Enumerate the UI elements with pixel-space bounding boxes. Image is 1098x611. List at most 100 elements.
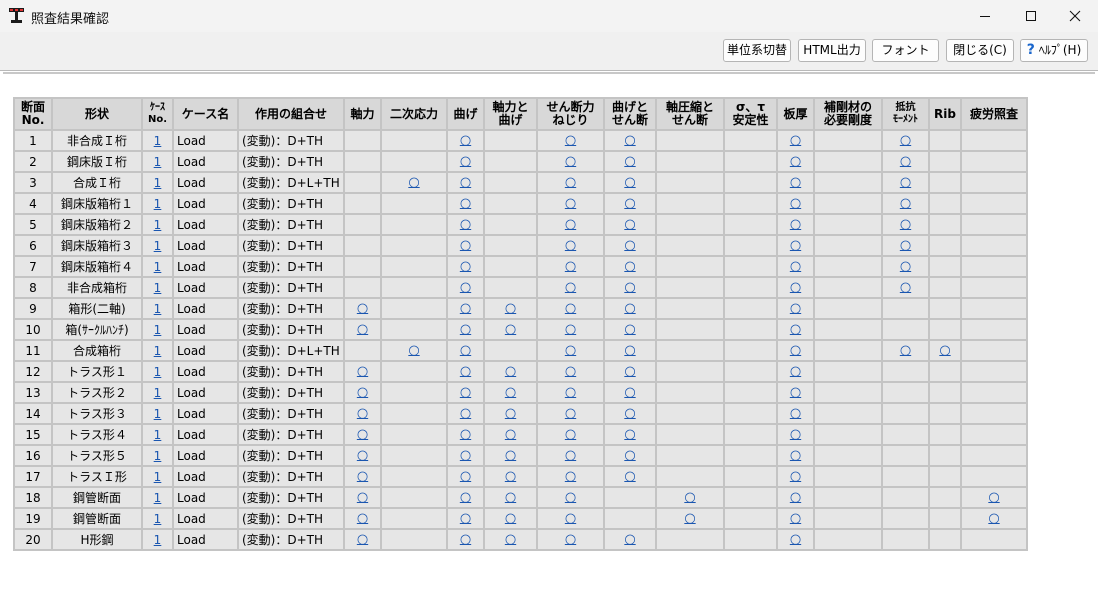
check-cell-axial-and-bending-link[interactable]: ○ <box>505 469 516 484</box>
check-cell-bending-link[interactable]: ○ <box>460 217 471 232</box>
check-cell-plate-thickness[interactable]: ○ <box>778 215 813 234</box>
check-cell-axial-force[interactable]: ○ <box>345 320 380 339</box>
check-cell-shear-and-torsion[interactable]: ○ <box>538 341 603 360</box>
case-no-cell-link[interactable]: 1 <box>154 407 162 421</box>
check-cell-bending-and-shear-link[interactable]: ○ <box>624 532 635 547</box>
check-cell-plate-thickness-link[interactable]: ○ <box>790 469 801 484</box>
check-cell-plate-thickness-link[interactable]: ○ <box>790 364 801 379</box>
case-no-cell-link[interactable]: 1 <box>154 197 162 211</box>
check-cell-axial-force[interactable]: ○ <box>345 404 380 423</box>
case-no-cell-link[interactable]: 1 <box>154 302 162 316</box>
check-cell-plate-thickness[interactable]: ○ <box>778 173 813 192</box>
check-cell-shear-and-torsion[interactable]: ○ <box>538 383 603 402</box>
check-cell-shear-and-torsion-link[interactable]: ○ <box>565 133 576 148</box>
case-no-cell[interactable]: 1 <box>143 341 172 360</box>
check-cell-bending-and-shear[interactable]: ○ <box>605 404 655 423</box>
check-cell-bending-and-shear-link[interactable]: ○ <box>624 217 635 232</box>
check-cell-resisting-moment-link[interactable]: ○ <box>900 133 911 148</box>
case-no-cell[interactable]: 1 <box>143 488 172 507</box>
check-cell-shear-and-torsion-link[interactable]: ○ <box>565 322 576 337</box>
check-cell-axial-and-bending-link[interactable]: ○ <box>505 322 516 337</box>
check-cell-shear-and-torsion[interactable]: ○ <box>538 236 603 255</box>
check-cell-bending-link[interactable]: ○ <box>460 364 471 379</box>
check-cell-plate-thickness-link[interactable]: ○ <box>790 511 801 526</box>
check-cell-bending-and-shear[interactable]: ○ <box>605 173 655 192</box>
check-cell-plate-thickness[interactable]: ○ <box>778 236 813 255</box>
check-cell-shear-and-torsion-link[interactable]: ○ <box>565 154 576 169</box>
check-cell-bending[interactable]: ○ <box>448 341 483 360</box>
check-cell-axial-force[interactable]: ○ <box>345 488 380 507</box>
check-cell-bending-and-shear[interactable]: ○ <box>605 278 655 297</box>
case-no-cell[interactable]: 1 <box>143 173 172 192</box>
check-cell-axial-force[interactable]: ○ <box>345 446 380 465</box>
check-cell-resisting-moment[interactable]: ○ <box>883 278 928 297</box>
check-cell-shear-and-torsion-link[interactable]: ○ <box>565 532 576 547</box>
case-no-cell[interactable]: 1 <box>143 131 172 150</box>
check-cell-bending[interactable]: ○ <box>448 362 483 381</box>
check-cell-plate-thickness-link[interactable]: ○ <box>790 427 801 442</box>
case-no-cell-link[interactable]: 1 <box>154 260 162 274</box>
check-cell-bending-and-shear[interactable]: ○ <box>605 341 655 360</box>
check-cell-plate-thickness-link[interactable]: ○ <box>790 196 801 211</box>
check-cell-plate-thickness-link[interactable]: ○ <box>790 133 801 148</box>
check-cell-shear-and-torsion[interactable]: ○ <box>538 362 603 381</box>
check-cell-plate-thickness[interactable]: ○ <box>778 446 813 465</box>
case-no-cell[interactable]: 1 <box>143 299 172 318</box>
case-no-cell[interactable]: 1 <box>143 278 172 297</box>
check-cell-axial-and-bending[interactable]: ○ <box>485 488 536 507</box>
minimize-button[interactable] <box>962 0 1008 32</box>
case-no-cell[interactable]: 1 <box>143 362 172 381</box>
check-cell-bending-and-shear[interactable]: ○ <box>605 131 655 150</box>
check-cell-bending-link[interactable]: ○ <box>460 469 471 484</box>
check-cell-bending-and-shear-link[interactable]: ○ <box>624 238 635 253</box>
check-cell-plate-thickness-link[interactable]: ○ <box>790 406 801 421</box>
check-cell-bending-link[interactable]: ○ <box>460 385 471 400</box>
check-cell-bending-link[interactable]: ○ <box>460 343 471 358</box>
case-no-cell[interactable]: 1 <box>143 383 172 402</box>
check-cell-shear-and-torsion[interactable]: ○ <box>538 173 603 192</box>
check-cell-bending-and-shear-link[interactable]: ○ <box>624 175 635 190</box>
check-cell-fatigue-check[interactable]: ○ <box>962 509 1026 528</box>
case-no-cell[interactable]: 1 <box>143 467 172 486</box>
check-cell-axial-and-bending-link[interactable]: ○ <box>505 406 516 421</box>
check-cell-bending-and-shear-link[interactable]: ○ <box>624 301 635 316</box>
check-cell-secondary-stress[interactable]: ○ <box>382 341 446 360</box>
case-no-cell-link[interactable]: 1 <box>154 323 162 337</box>
check-cell-axial-and-bending[interactable]: ○ <box>485 404 536 423</box>
check-cell-axial-force-link[interactable]: ○ <box>357 406 368 421</box>
check-cell-axial-force[interactable]: ○ <box>345 467 380 486</box>
check-cell-bending-link[interactable]: ○ <box>460 448 471 463</box>
check-cell-shear-and-torsion-link[interactable]: ○ <box>565 280 576 295</box>
check-cell-axial-compression-and-shear[interactable]: ○ <box>657 509 723 528</box>
check-cell-axial-force[interactable]: ○ <box>345 299 380 318</box>
check-cell-bending[interactable]: ○ <box>448 488 483 507</box>
check-cell-bending-link[interactable]: ○ <box>460 511 471 526</box>
case-no-cell-link[interactable]: 1 <box>154 134 162 148</box>
check-cell-bending-and-shear-link[interactable]: ○ <box>624 427 635 442</box>
html-export-button[interactable]: HTML出力 <box>798 39 866 62</box>
check-cell-bending-and-shear-link[interactable]: ○ <box>624 385 635 400</box>
check-cell-shear-and-torsion[interactable]: ○ <box>538 425 603 444</box>
check-cell-shear-and-torsion[interactable]: ○ <box>538 404 603 423</box>
check-cell-bending[interactable]: ○ <box>448 530 483 549</box>
check-cell-bending[interactable]: ○ <box>448 131 483 150</box>
check-cell-bending-link[interactable]: ○ <box>460 175 471 190</box>
check-cell-bending-and-shear[interactable]: ○ <box>605 320 655 339</box>
check-cell-axial-and-bending-link[interactable]: ○ <box>505 490 516 505</box>
case-no-cell[interactable]: 1 <box>143 236 172 255</box>
check-cell-rib[interactable]: ○ <box>930 341 960 360</box>
check-cell-shear-and-torsion-link[interactable]: ○ <box>565 259 576 274</box>
check-cell-bending-link[interactable]: ○ <box>460 259 471 274</box>
check-cell-shear-and-torsion-link[interactable]: ○ <box>565 343 576 358</box>
check-cell-resisting-moment[interactable]: ○ <box>883 257 928 276</box>
check-cell-bending[interactable]: ○ <box>448 194 483 213</box>
check-cell-bending-and-shear[interactable]: ○ <box>605 215 655 234</box>
check-cell-bending-link[interactable]: ○ <box>460 406 471 421</box>
check-cell-plate-thickness[interactable]: ○ <box>778 131 813 150</box>
check-cell-shear-and-torsion-link[interactable]: ○ <box>565 364 576 379</box>
check-cell-resisting-moment-link[interactable]: ○ <box>900 217 911 232</box>
check-cell-axial-force-link[interactable]: ○ <box>357 511 368 526</box>
check-cell-axial-force-link[interactable]: ○ <box>357 448 368 463</box>
check-cell-shear-and-torsion-link[interactable]: ○ <box>565 217 576 232</box>
check-cell-axial-and-bending[interactable]: ○ <box>485 383 536 402</box>
